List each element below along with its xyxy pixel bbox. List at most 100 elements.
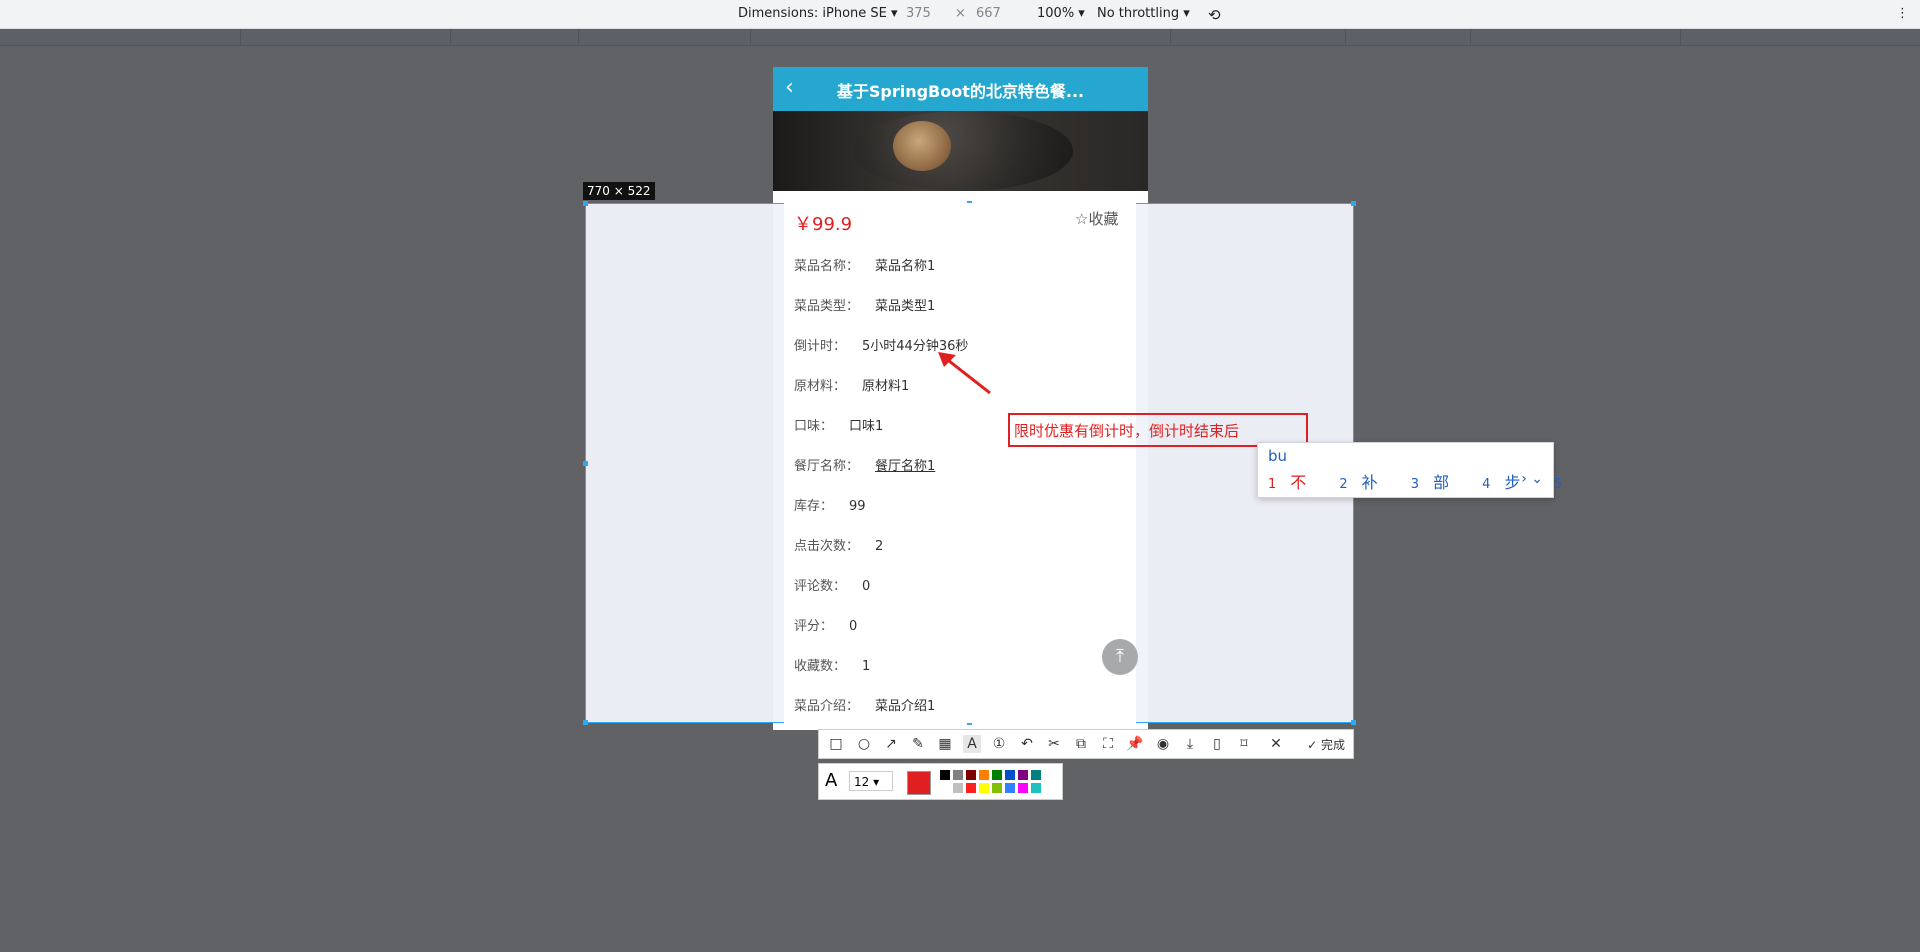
info-row: 口味： 口味1 <box>794 415 883 434</box>
devtools-device-toolbar: Dimensions: iPhone SE ▾ 375 × 667 100% ▾… <box>0 0 1920 29</box>
row-value: 99 <box>849 499 866 514</box>
row-value: 1 <box>862 659 871 674</box>
candidate-char: 部 <box>1433 473 1450 492</box>
color-swatch[interactable] <box>939 782 951 794</box>
text-style-bar: A 12 ▾ <box>818 763 1063 800</box>
info-row: 点击次数： 2 <box>794 535 883 554</box>
row-key: 菜品介绍： <box>794 699 860 714</box>
color-swatch[interactable] <box>952 782 964 794</box>
font-size-value: 12 <box>854 775 870 789</box>
capture-toolbar: □ ○ ↗ ✎ ▦ A ① ↶ ✂ ⧉ ⛶ 📌 ◉ ⤓ ▯ ⌑ ✕ ✓ 完成 <box>818 729 1354 759</box>
scan-icon[interactable]: ⛶ <box>1099 735 1117 753</box>
resize-handle[interactable] <box>583 461 588 466</box>
page-title: 基于SpringBoot的北京特色餐... <box>836 82 1085 101</box>
ime-candidate[interactable]: 3部 <box>1411 473 1463 492</box>
done-label: 完成 <box>1320 738 1345 752</box>
color-swatch[interactable] <box>939 769 951 781</box>
color-swatch[interactable] <box>1030 769 1042 781</box>
restaurant-link[interactable]: 餐厅名称1 <box>875 459 935 474</box>
media-query-ruler <box>0 29 1920 46</box>
info-row: 原材料： 原材料1 <box>794 375 909 394</box>
color-swatch[interactable] <box>1004 769 1016 781</box>
row-key: 倒计时： <box>794 339 847 354</box>
color-swatch[interactable] <box>1017 782 1029 794</box>
pin-icon[interactable]: 📌 <box>1126 735 1144 753</box>
dimensions-label: Dimensions: iPhone SE <box>738 6 887 21</box>
rotate-icon[interactable]: ⟲ <box>1208 6 1221 24</box>
row-key: 菜品名称： <box>794 259 860 274</box>
info-row: 评论数： 0 <box>794 575 870 594</box>
color-swatch[interactable] <box>952 769 964 781</box>
row-key: 餐厅名称： <box>794 459 860 474</box>
info-row: 菜品名称： 菜品名称1 <box>794 255 935 274</box>
row-value: 原材料1 <box>862 379 910 394</box>
resize-handle[interactable] <box>1351 720 1356 725</box>
times-sign: × <box>955 6 966 21</box>
ime-candidate[interactable]: 1不 <box>1268 473 1320 492</box>
color-swatch[interactable] <box>978 769 990 781</box>
color-swatch[interactable] <box>1030 782 1042 794</box>
row-value: 菜品介绍1 <box>875 699 936 714</box>
candidate-char: 不 <box>1290 473 1307 492</box>
color-swatch[interactable] <box>991 782 1003 794</box>
bookmark-icon[interactable]: ⌑ <box>1235 735 1253 753</box>
height-input[interactable]: 667 <box>976 6 1001 21</box>
arrow-icon[interactable]: ↗ <box>882 735 900 753</box>
plate-shape <box>853 111 1073 191</box>
candidate-number: 2 <box>1339 477 1348 492</box>
close-icon[interactable]: ✕ <box>1267 735 1285 753</box>
candidate-number: 4 <box>1482 477 1491 492</box>
ime-candidate[interactable]: 5 <box>1554 473 1590 492</box>
info-row: 菜品类型： 菜品类型1 <box>794 295 935 314</box>
ime-page-nav[interactable]: › ⌄ <box>1521 471 1543 487</box>
annotation-arrow <box>938 352 991 395</box>
star-icon: ☆ <box>1075 210 1089 228</box>
color-swatch[interactable] <box>965 782 977 794</box>
app-header: ‹ 基于SpringBoot的北京特色餐... <box>773 67 1148 111</box>
selection-size-tag: 770 × 522 <box>583 182 655 200</box>
color-swatch[interactable] <box>1017 769 1029 781</box>
resize-handle[interactable] <box>583 201 588 206</box>
download-icon[interactable]: ⤓ <box>1181 735 1199 753</box>
annotation-text: 限时优惠有倒计时，倒计时结束后 <box>1014 422 1240 440</box>
text-icon[interactable]: A <box>963 735 981 753</box>
zoom-dropdown[interactable]: 100% ▾ <box>1037 6 1085 21</box>
mosaic-icon[interactable]: ▦ <box>936 735 954 753</box>
magic-icon[interactable]: ✂ <box>1045 735 1063 753</box>
info-row: 库存： 99 <box>794 495 866 514</box>
number-icon[interactable]: ① <box>990 735 1008 753</box>
info-row: 收藏数： 1 <box>794 655 870 674</box>
ellipse-icon[interactable]: ○ <box>855 735 873 753</box>
color-swatch[interactable] <box>1004 782 1016 794</box>
color-swatch[interactable] <box>991 769 1003 781</box>
color-swatch[interactable] <box>978 782 990 794</box>
font-icon: A <box>825 770 838 791</box>
more-icon[interactable]: ⋮ <box>1896 6 1909 21</box>
ocr-icon[interactable]: ⧉ <box>1072 735 1090 753</box>
resize-handle[interactable] <box>583 720 588 725</box>
undo-icon[interactable]: ↶ <box>1018 735 1036 753</box>
pencil-icon[interactable]: ✎ <box>909 735 927 753</box>
done-button[interactable]: ✓ 完成 <box>1307 736 1345 753</box>
current-color[interactable] <box>907 771 931 795</box>
row-value: 0 <box>862 579 871 594</box>
record-icon[interactable]: ◉ <box>1154 735 1172 753</box>
row-key: 原材料： <box>794 379 847 394</box>
back-to-top-button[interactable]: ⤒ <box>1102 639 1138 675</box>
resize-handle[interactable] <box>1351 201 1356 206</box>
width-input[interactable]: 375 <box>906 6 931 21</box>
zoom-label: 100% <box>1037 6 1075 21</box>
row-key: 菜品类型： <box>794 299 860 314</box>
info-row: 评分： 0 <box>794 615 857 634</box>
font-size-select[interactable]: 12 ▾ <box>849 771 893 791</box>
favorite-button[interactable]: ☆收藏 <box>1075 208 1118 229</box>
rectangle-icon[interactable]: □ <box>827 735 845 753</box>
row-key: 收藏数： <box>794 659 847 674</box>
throttling-dropdown[interactable]: No throttling ▾ <box>1097 6 1190 21</box>
color-swatch[interactable] <box>965 769 977 781</box>
ime-candidate[interactable]: 2补 <box>1339 473 1391 492</box>
dimensions-dropdown[interactable]: Dimensions: iPhone SE ▾ <box>738 6 898 21</box>
ime-candidates: 1不 2补 3部 4步 5 <box>1268 469 1604 493</box>
phone-icon[interactable]: ▯ <box>1208 735 1226 753</box>
throttling-label: No throttling <box>1097 6 1180 21</box>
